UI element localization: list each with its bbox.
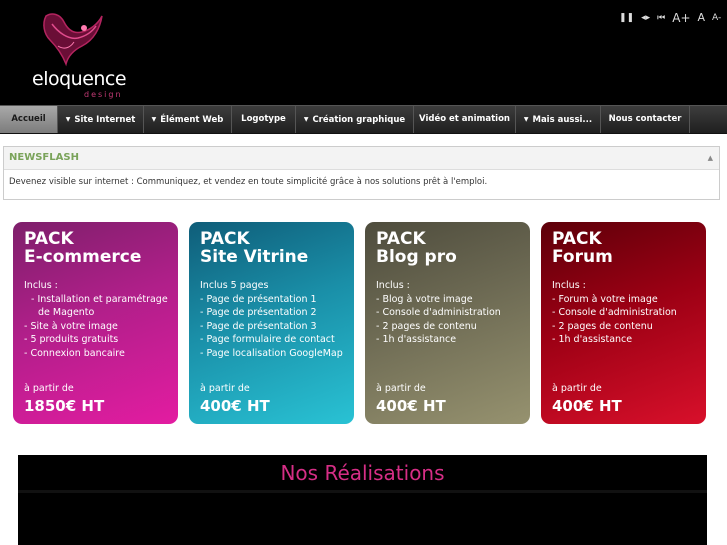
nav-item-nous-contacter[interactable]: Nous contacter bbox=[601, 106, 690, 133]
site-logo[interactable]: eloquence design bbox=[28, 10, 138, 100]
list-item: 2 pages de contenu bbox=[376, 320, 530, 334]
pack-title-line1: PACK bbox=[552, 229, 602, 249]
pack-title-line2: Blog pro bbox=[376, 247, 457, 267]
realisations-section: Nos Réalisations bbox=[18, 455, 707, 545]
pack-card-site-vitrine[interactable]: PACK Site Vitrine Inclus 5 pages Page de… bbox=[189, 222, 354, 424]
list-item: Installation et paramétrage de Magento bbox=[24, 293, 178, 320]
pack-price: 400€ HT bbox=[376, 397, 446, 415]
pack-title-line2: Site Vitrine bbox=[200, 247, 309, 267]
nav-item-mais-aussi[interactable]: ▼ Mais aussi... bbox=[516, 106, 601, 133]
logo-tagline: design bbox=[84, 90, 123, 99]
list-item: Page localisation GoogleMap bbox=[200, 347, 354, 361]
pack-title-line1: PACK bbox=[200, 229, 250, 249]
pack-price-prefix: à partir de bbox=[376, 383, 426, 394]
nav-item-label: Nous contacter bbox=[608, 114, 682, 124]
caret-down-icon: ▼ bbox=[303, 116, 309, 123]
caret-down-icon: ▼ bbox=[65, 116, 71, 123]
main-nav: Accueil ▼ Site Internet ▼ Élément Web Logo… bbox=[0, 105, 727, 134]
nav-item-label: Création graphique bbox=[312, 115, 406, 125]
newsflash-text: Devenez visible sur internet : Communiqu… bbox=[9, 177, 488, 187]
rewind-icon[interactable]: ⏮ bbox=[657, 10, 665, 26]
pack-included-label: Inclus : bbox=[552, 280, 586, 291]
list-item: 5 produits gratuits bbox=[24, 333, 178, 347]
list-item: Blog à votre image bbox=[376, 293, 530, 307]
pack-price-prefix: à partir de bbox=[24, 383, 74, 394]
pack-card-blog-pro[interactable]: PACK Blog pro Inclus : Blog à votre imag… bbox=[365, 222, 530, 424]
pack-included-label: Inclus : bbox=[24, 280, 58, 291]
nav-item-label: Mais aussi... bbox=[532, 115, 593, 125]
list-item: Page de présentation 1 bbox=[200, 293, 354, 307]
pack-price: 1850€ HT bbox=[24, 397, 105, 415]
nav-item-logotype[interactable]: Logotype bbox=[232, 106, 296, 133]
pack-title: PACK E-commerce bbox=[24, 230, 178, 266]
logo-mark-icon bbox=[43, 13, 103, 67]
pack-title: PACK Blog pro bbox=[376, 230, 530, 266]
caret-down-icon: ▼ bbox=[523, 116, 529, 123]
pack-included-label: Inclus : bbox=[376, 280, 410, 291]
font-decrease-button[interactable]: A- bbox=[712, 10, 721, 26]
pause-icon[interactable]: ❚❚ bbox=[619, 10, 634, 26]
list-item: Forum à votre image bbox=[552, 293, 706, 307]
list-item: Page de présentation 2 bbox=[200, 306, 354, 320]
prev-next-icon[interactable]: ◂▸ bbox=[641, 10, 650, 26]
newsflash-title: NEWSFLASH bbox=[9, 152, 79, 163]
nav-item-label: Élément Web bbox=[160, 115, 224, 125]
list-item: Console d'administration bbox=[376, 306, 530, 320]
header: eloquence design ❚❚ ◂▸ ⏮ A+ A A- bbox=[0, 0, 727, 105]
pack-price: 400€ HT bbox=[200, 397, 270, 415]
nav-item-video-animation[interactable]: Vidéo et animation bbox=[414, 106, 516, 133]
newsflash-header: NEWSFLASH ▲ bbox=[4, 147, 719, 170]
caret-down-icon: ▼ bbox=[151, 116, 157, 123]
pack-card-ecommerce[interactable]: PACK E-commerce Inclus : Installation et… bbox=[13, 222, 178, 424]
list-item: 2 pages de contenu bbox=[552, 320, 706, 334]
list-item: 1h d'assistance bbox=[376, 333, 530, 347]
list-item: Page de présentation 3 bbox=[200, 320, 354, 334]
nav-item-label: Logotype bbox=[241, 114, 286, 124]
nav-item-label: Site Internet bbox=[74, 115, 136, 125]
pack-title-line1: PACK bbox=[24, 229, 74, 249]
pack-card-forum[interactable]: PACK Forum Inclus : Forum à votre image … bbox=[541, 222, 706, 424]
list-item: Connexion bancaire bbox=[24, 347, 178, 361]
font-increase-button[interactable]: A+ bbox=[672, 10, 690, 26]
pack-price-prefix: à partir de bbox=[200, 383, 250, 394]
logo-wordmark: eloquence bbox=[32, 68, 127, 90]
list-item: Site à votre image bbox=[24, 320, 178, 334]
nav-item-creation-graphique[interactable]: ▼ Création graphique bbox=[296, 106, 414, 133]
realisations-divider bbox=[18, 490, 707, 493]
pack-price: 400€ HT bbox=[552, 397, 622, 415]
list-item: Console d'administration bbox=[552, 306, 706, 320]
pack-title: PACK Forum bbox=[552, 230, 706, 266]
newsflash-module: NEWSFLASH ▲ Devenez visible sur internet… bbox=[3, 146, 720, 200]
slideshow-and-font-controls: ❚❚ ◂▸ ⏮ A+ A A- bbox=[619, 10, 721, 26]
nav-item-accueil[interactable]: Accueil bbox=[0, 106, 58, 133]
font-reset-button[interactable]: A bbox=[698, 10, 706, 26]
pack-features: Forum à votre image Console d'administra… bbox=[552, 293, 706, 347]
pack-title-line1: PACK bbox=[376, 229, 426, 249]
nav-item-site-internet[interactable]: ▼ Site Internet bbox=[58, 106, 144, 133]
nav-item-label: Accueil bbox=[11, 114, 46, 124]
pack-features: Blog à votre image Console d'administrat… bbox=[376, 293, 530, 347]
list-item: 1h d'assistance bbox=[552, 333, 706, 347]
pack-features: Page de présentation 1 Page de présentat… bbox=[200, 293, 354, 361]
list-item: Page formulaire de contact bbox=[200, 333, 354, 347]
nav-item-element-web[interactable]: ▼ Élément Web bbox=[144, 106, 232, 133]
nav-item-label: Vidéo et animation bbox=[419, 114, 510, 124]
pack-title: PACK Site Vitrine bbox=[200, 230, 354, 266]
realisations-title: Nos Réalisations bbox=[280, 461, 445, 485]
pack-title-line2: Forum bbox=[552, 247, 613, 267]
pack-included-label: Inclus 5 pages bbox=[200, 280, 269, 291]
pack-price-prefix: à partir de bbox=[552, 383, 602, 394]
pack-features: Installation et paramétrage de Magento S… bbox=[24, 293, 178, 361]
collapse-icon[interactable]: ▲ bbox=[708, 147, 713, 169]
pack-title-line2: E-commerce bbox=[24, 247, 142, 267]
